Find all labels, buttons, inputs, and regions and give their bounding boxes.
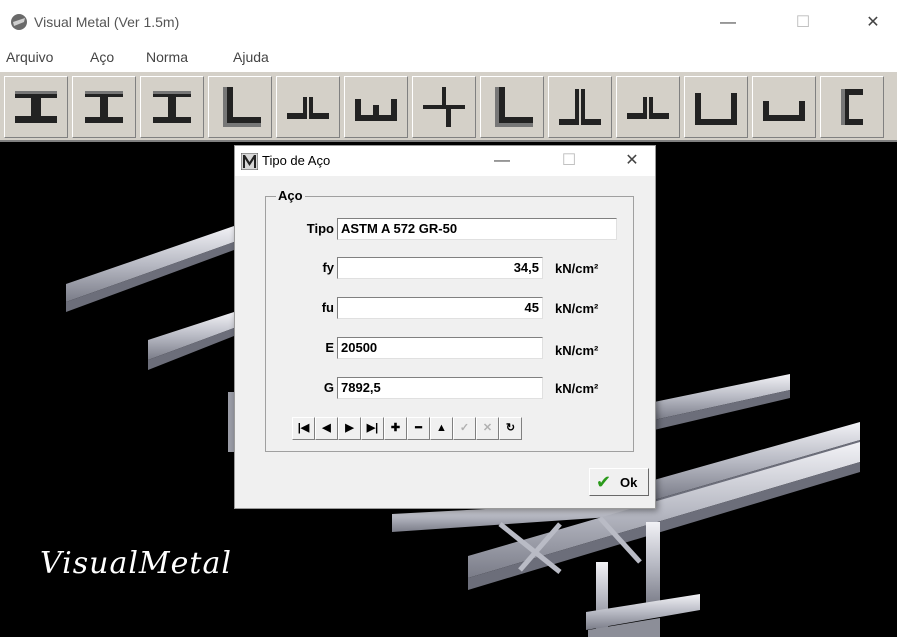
- maximize-button: ☐: [795, 14, 811, 31]
- double-angle-button[interactable]: [276, 76, 340, 138]
- i-beam-button-3[interactable]: [140, 76, 204, 138]
- aco-groupbox: Aço Tipo ASTM A 572 GR-50 fy 34,5 kN/cm²…: [265, 188, 634, 452]
- menu-ajuda[interactable]: Ajuda: [233, 49, 269, 65]
- angle-button-2[interactable]: [480, 76, 544, 138]
- dialog-minimize-button[interactable]: —: [479, 146, 525, 176]
- i-beam-icon: [153, 91, 191, 123]
- tipo-label: Tipo: [306, 221, 334, 236]
- nav-delete-button[interactable]: ━: [407, 417, 430, 440]
- menu-norma[interactable]: Norma: [146, 49, 188, 65]
- tipo-field[interactable]: ASTM A 572 GR-50: [337, 218, 617, 240]
- title-bar: Visual Metal (Ver 1.5m) — ☐ ✕: [0, 0, 897, 43]
- nav-last-button[interactable]: ▶|: [361, 417, 384, 440]
- nav-post-button: ✓: [453, 417, 476, 440]
- double-angle-icon: [287, 97, 329, 119]
- channel-icon: [355, 99, 397, 121]
- channel-button-2[interactable]: [684, 76, 748, 138]
- minimize-button[interactable]: —: [705, 8, 751, 38]
- menu-arquivo[interactable]: Arquivo: [6, 49, 53, 65]
- z-section-button[interactable]: [412, 76, 476, 138]
- angle-button[interactable]: [208, 76, 272, 138]
- nav-cancel-button: ✕: [476, 417, 499, 440]
- ok-button[interactable]: ✔ Ok: [589, 468, 649, 496]
- nav-next-button[interactable]: ▶: [338, 417, 361, 440]
- dialog-maximize-button: ☐: [561, 152, 577, 169]
- i-beam-icon: [85, 91, 123, 123]
- dialog-title: Tipo de Aço: [262, 153, 331, 168]
- g-label: G: [323, 380, 334, 395]
- nav-edit-button[interactable]: ▲: [430, 417, 453, 440]
- double-angle-button-2[interactable]: [548, 76, 612, 138]
- fy-field[interactable]: 34,5: [337, 257, 543, 279]
- double-angle-icon: [627, 97, 669, 119]
- dialog-title-bar: Tipo de Aço — ☐ ✕: [235, 146, 655, 176]
- nav-first-button[interactable]: |◀: [292, 417, 315, 440]
- i-beam-button[interactable]: [4, 76, 68, 138]
- group-label: Aço: [276, 188, 305, 203]
- menu-bar: Arquivo Aço Norma Ajuda: [0, 44, 897, 70]
- channel-icon: [695, 93, 737, 125]
- c-channel-icon: [841, 89, 863, 125]
- e-label: E: [325, 340, 334, 355]
- toolbar: [0, 72, 897, 142]
- channel-button[interactable]: [344, 76, 408, 138]
- fu-field[interactable]: 45: [337, 297, 543, 319]
- fy-unit: kN/cm²: [555, 261, 599, 276]
- fu-label: fu: [321, 300, 334, 315]
- i-beam-button-2[interactable]: [72, 76, 136, 138]
- menu-aco[interactable]: Aço: [90, 49, 114, 65]
- e-field[interactable]: 20500: [337, 337, 543, 359]
- c-channel-button[interactable]: [820, 76, 884, 138]
- angle-icon: [223, 87, 261, 127]
- nav-insert-button[interactable]: ✚: [384, 417, 407, 440]
- visualmetal-logo: VisualMetal: [40, 546, 232, 581]
- channel-button-3[interactable]: [752, 76, 816, 138]
- double-angle-icon: [559, 89, 601, 125]
- fy-label: fy: [322, 260, 334, 275]
- fu-unit: kN/cm²: [555, 301, 599, 316]
- i-beam-icon: [15, 91, 57, 123]
- g-field[interactable]: 7892,5: [337, 377, 543, 399]
- double-angle-button-3[interactable]: [616, 76, 680, 138]
- dialog-close-button[interactable]: ✕: [609, 146, 655, 176]
- nav-refresh-button[interactable]: ↻: [499, 417, 522, 440]
- z-section-icon: [423, 87, 465, 127]
- app-logo-icon: [11, 14, 27, 30]
- ok-label: Ok: [620, 475, 638, 490]
- g-unit: kN/cm²: [555, 381, 599, 396]
- tipo-de-aco-dialog: Tipo de Aço — ☐ ✕ Aço Tipo ASTM A 572 GR…: [234, 145, 656, 509]
- window-title: Visual Metal (Ver 1.5m): [34, 14, 180, 30]
- nav-prior-button[interactable]: ◀: [315, 417, 338, 440]
- close-button[interactable]: ✕: [850, 8, 896, 38]
- e-unit: kN/cm²: [555, 343, 599, 358]
- checkmark-icon: ✔: [596, 472, 612, 492]
- angle-icon: [495, 87, 533, 127]
- m-logo-icon: [241, 153, 258, 170]
- channel-icon: [763, 101, 805, 121]
